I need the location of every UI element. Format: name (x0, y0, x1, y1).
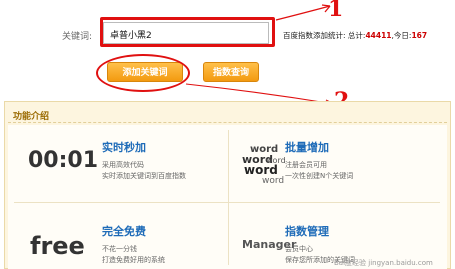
feature-title-realtime: 实时秒加 (102, 141, 146, 154)
watermark: Bai度经验 jingyan.baidu.com (334, 259, 433, 267)
feature-desc-line: 注册会员可用 (285, 161, 327, 169)
feature-title-free: 完全免费 (102, 225, 146, 238)
free-icon: free (30, 232, 85, 260)
feature-horizontal-divider (14, 202, 440, 203)
annotation-number-1: 1 (328, 0, 344, 22)
word-cloud-text-4: word (244, 163, 278, 177)
word-cloud-text-5: word (262, 176, 284, 184)
feature-desc-line: 不花一分钱 (102, 245, 137, 253)
feature-desc-line: 会员中心 (285, 245, 313, 253)
feature-title-manage: 指数管理 (285, 225, 329, 238)
feature-vertical-divider (228, 130, 229, 265)
feature-desc-free: 不花一分钱 打造免费好用的系统 (102, 244, 165, 266)
panel-divider (8, 122, 447, 123)
clock-icon: 00:01 (28, 148, 99, 173)
panel-title: 功能介绍 (13, 112, 50, 122)
feature-desc-realtime: 采用高效代码 实时添加关键词到百度指数 (102, 160, 186, 182)
feature-desc-line: 一次性创建N个关键词 (285, 172, 354, 180)
feature-desc-batch: 注册会员可用 一次性创建N个关键词 (285, 160, 353, 182)
feature-desc-line: 打造免费好用的系统 (102, 256, 165, 264)
feature-title-batch: 批量增加 (285, 141, 329, 154)
feature-desc-line: 采用高效代码 (102, 161, 144, 169)
arrow-1-line (275, 5, 331, 21)
feature-desc-line: 实时添加关键词到百度指数 (102, 172, 186, 180)
